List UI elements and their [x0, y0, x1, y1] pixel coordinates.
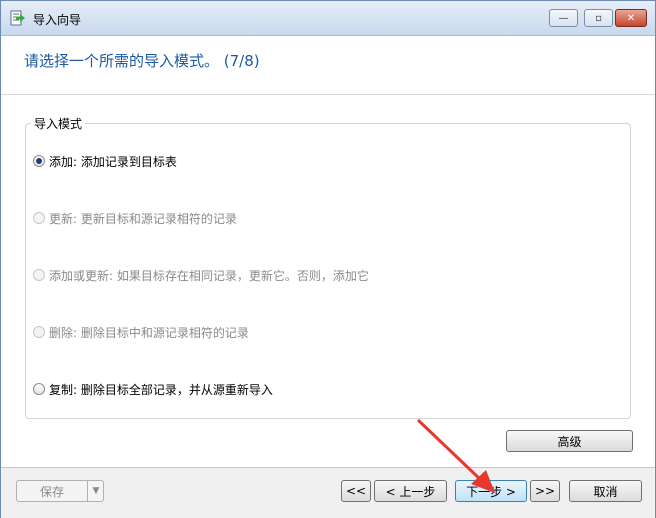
radio-append[interactable]: 添加: 添加记录到目标表 [33, 153, 177, 169]
title-bar[interactable]: 导入向导 — ▫ ✕ [1, 1, 655, 36]
radio-label-append-or-update: 添加或更新: 如果目标存在相同记录，更新它。否则，添加它 [49, 268, 369, 283]
radio-delete[interactable]: 删除: 删除目标中和源记录相符的记录 [33, 324, 249, 340]
advanced-button[interactable]: 高级 [506, 430, 633, 452]
radio-button-update[interactable] [33, 212, 45, 224]
wizard-step-title: 请选择一个所需的导入模式。 (7/8) [24, 52, 260, 70]
chevron-down-icon[interactable]: ▼ [87, 481, 104, 501]
save-button[interactable]: 保存 [17, 481, 87, 501]
radio-button-delete[interactable] [33, 326, 45, 338]
minimize-button[interactable]: — [549, 9, 578, 27]
save-dropdown-button[interactable]: 保存 ▼ [16, 480, 104, 502]
minimize-icon: — [558, 12, 569, 24]
radio-copy[interactable]: 复制: 删除目标全部记录，并从源重新导入 [33, 381, 273, 397]
cancel-button[interactable]: 取消 [569, 480, 642, 502]
import-mode-legend: 导入模式 [31, 115, 86, 132]
next-step-button[interactable]: 下一步 > [455, 480, 527, 502]
radio-button-copy[interactable] [33, 383, 45, 395]
last-step-button[interactable]: >> [530, 480, 560, 502]
radio-label-delete: 删除: 删除目标中和源记录相符的记录 [49, 325, 249, 340]
first-step-button[interactable]: << [341, 480, 371, 502]
window-title: 导入向导 [33, 13, 82, 27]
maximize-button[interactable]: ▫ [584, 9, 613, 27]
import-wizard-icon [10, 10, 25, 26]
radio-label-append: 添加: 添加记录到目标表 [49, 154, 177, 169]
radio-button-append-or-update[interactable] [33, 269, 45, 281]
radio-label-copy: 复制: 删除目标全部记录，并从源重新导入 [49, 382, 273, 397]
import-wizard-window: 导入向导 — ▫ ✕ 请选择一个所需的导入模式。 (7/8) 导入模式 添加: … [0, 0, 656, 518]
previous-step-button[interactable]: < 上一步 [374, 480, 447, 502]
radio-append-or-update[interactable]: 添加或更新: 如果目标存在相同记录，更新它。否则，添加它 [33, 267, 369, 283]
close-button[interactable]: ✕ [615, 9, 647, 27]
maximize-icon: ▫ [595, 12, 602, 24]
wizard-content: 导入模式 添加: 添加记录到目标表 更新: 更新目标和源记录相符的记录 添加或更… [1, 95, 655, 467]
wizard-header: 请选择一个所需的导入模式。 (7/8) [1, 36, 655, 95]
radio-label-update: 更新: 更新目标和源记录相符的记录 [49, 211, 237, 226]
radio-update[interactable]: 更新: 更新目标和源记录相符的记录 [33, 210, 237, 226]
close-icon: ✕ [626, 12, 636, 24]
radio-button-append[interactable] [33, 155, 45, 167]
